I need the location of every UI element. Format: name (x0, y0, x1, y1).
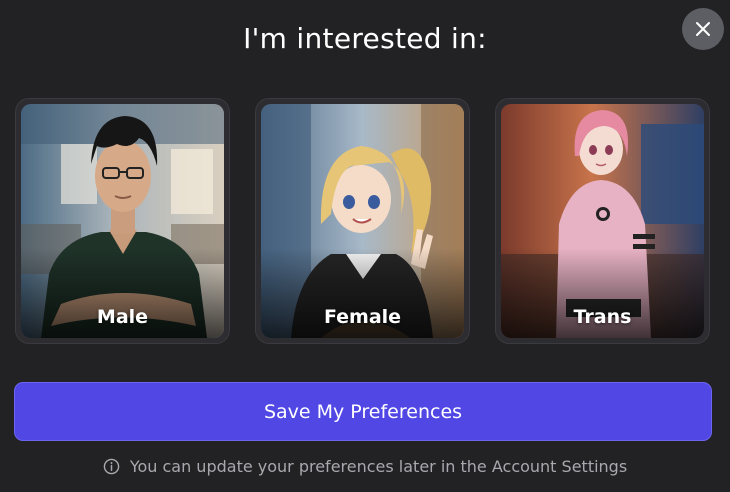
option-image-male: Male (21, 104, 224, 338)
option-label-male: Male (96, 306, 149, 328)
info-icon (103, 458, 120, 475)
option-image-trans: Trans (501, 104, 704, 338)
page-title: I'm interested in: (243, 22, 487, 55)
preferences-modal: I'm interested in: Male Female Trans Sav… (0, 0, 730, 492)
option-label-female: Female (323, 306, 402, 328)
save-preferences-button[interactable]: Save My Preferences (14, 382, 712, 441)
option-card-trans[interactable]: Trans (495, 98, 710, 344)
option-card-male[interactable]: Male (15, 98, 230, 344)
option-image-female: Female (261, 104, 464, 338)
settings-hint: You can update your preferences later in… (0, 457, 730, 476)
hint-text: You can update your preferences later in… (129, 457, 628, 476)
option-card-female[interactable]: Female (255, 98, 470, 344)
option-label-trans: Trans (573, 306, 632, 328)
